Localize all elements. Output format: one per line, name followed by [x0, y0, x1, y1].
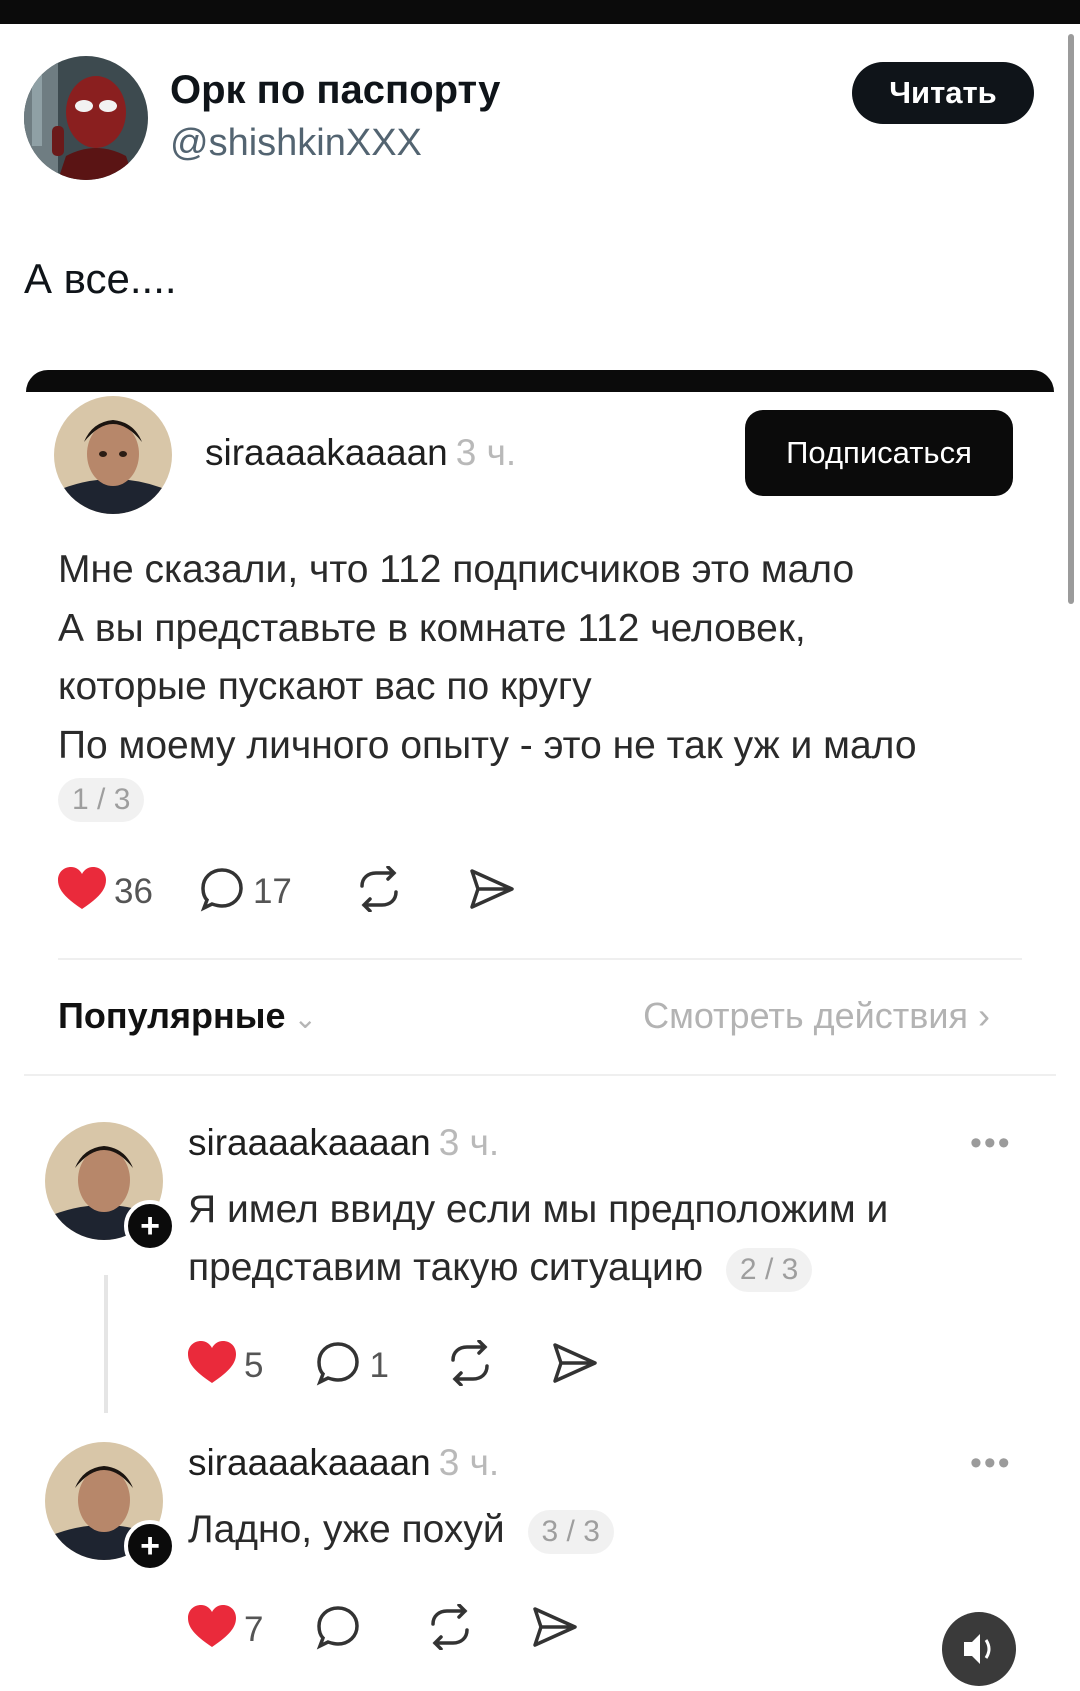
view-activity-label: Смотреть действия [643, 995, 968, 1036]
comment-text-line: Я имел ввиду если мы предположим и [188, 1188, 889, 1231]
comment-bubble-icon[interactable] [199, 866, 245, 917]
plus-icon[interactable]: + [124, 1520, 176, 1572]
post-text-line: Мне сказали, что 112 подписчиков это мал… [58, 548, 855, 591]
tweet-text: А все.... [24, 255, 177, 302]
divider [58, 958, 1022, 960]
comment-username[interactable]: siraaaakaaaan [188, 1442, 431, 1483]
send-icon[interactable] [468, 867, 516, 916]
send-icon[interactable] [531, 1605, 579, 1654]
chevron-right-icon: › [978, 995, 990, 1036]
plus-icon[interactable]: + [124, 1200, 176, 1252]
repost-icon[interactable] [425, 1603, 475, 1655]
comment-username[interactable]: siraaaakaaaan [188, 1122, 431, 1163]
sound-toggle-button[interactable] [942, 1612, 1016, 1686]
comment-actions: 5 1 [188, 1339, 599, 1391]
post-actions: 36 17 [58, 865, 516, 917]
like-count: 7 [244, 1609, 264, 1649]
repost-icon[interactable] [354, 865, 404, 917]
comment-count: 1 [369, 1345, 389, 1385]
heart-icon[interactable] [188, 1341, 236, 1390]
divider [24, 1074, 1056, 1076]
comment-text-line-2: представим такую ситуацию [188, 1246, 704, 1289]
page-indicator-label: 1 / 3 [58, 778, 145, 822]
author-display-name[interactable]: Орк по паспорту [170, 68, 500, 113]
comment-bubble-icon[interactable] [315, 1604, 361, 1655]
follow-button[interactable]: Читать [852, 62, 1034, 124]
more-dots-icon[interactable]: ••• [970, 1444, 1012, 1483]
author-handle[interactable]: @shishkinXXX [170, 122, 422, 165]
comment-time: 3 ч. [438, 1122, 500, 1163]
post-time: 3 ч. [455, 432, 517, 473]
page-indicator-label: 3 / 3 [527, 1509, 614, 1554]
comment-text: Ладно, уже похуй [188, 1508, 505, 1551]
post-text-line: которые пускают вас по кругу [58, 665, 592, 708]
more-dots-icon[interactable]: ••• [970, 1124, 1012, 1163]
view-activity-link[interactable]: Смотреть действия › [643, 995, 990, 1037]
like-count: 5 [244, 1345, 264, 1385]
repost-icon[interactable] [445, 1339, 495, 1391]
post-text-line: А вы представьте в комнате 112 человек, [58, 607, 806, 650]
author-avatar[interactable] [24, 56, 148, 180]
poster-avatar[interactable] [54, 396, 172, 514]
chevron-down-icon: ⌄ [293, 1003, 317, 1034]
poster-username[interactable]: siraaaakaaaan [205, 432, 448, 473]
poster-username-row: siraaaakaaaan 3 ч. [205, 432, 516, 474]
comment-time: 3 ч. [438, 1442, 500, 1483]
status-bar [0, 0, 1080, 24]
comment-count: 17 [252, 871, 292, 911]
comment-text-line: Ладно, уже похуй 3 / 3 [188, 1508, 614, 1554]
page-indicator-label: 2 / 3 [725, 1247, 813, 1292]
comment-bubble-icon[interactable] [315, 1340, 361, 1391]
sort-dropdown[interactable]: Популярные ⌄ [58, 995, 317, 1037]
comment-username-row: siraaaakaaaan 3 ч. [188, 1442, 499, 1484]
heart-icon[interactable] [58, 867, 106, 916]
scrollbar[interactable] [1068, 34, 1074, 604]
send-icon[interactable] [551, 1341, 599, 1390]
speaker-icon [964, 1634, 991, 1664]
sort-label: Популярные [58, 995, 286, 1036]
comment-username-row: siraaaakaaaan 3 ч. [188, 1122, 499, 1164]
subscribe-button[interactable]: Подписаться [745, 410, 1013, 496]
thread-line [104, 1275, 108, 1413]
post-text-line: По моему личного опыту - это не так уж и… [58, 724, 917, 767]
like-count: 36 [114, 871, 153, 911]
page-indicator: 1 / 3 [58, 778, 145, 822]
embedded-screenshot-border [26, 370, 1054, 392]
comment-actions: 7 [188, 1603, 579, 1655]
comment-text-line: представим такую ситуацию 2 / 3 [188, 1246, 813, 1292]
heart-icon[interactable] [188, 1605, 236, 1654]
